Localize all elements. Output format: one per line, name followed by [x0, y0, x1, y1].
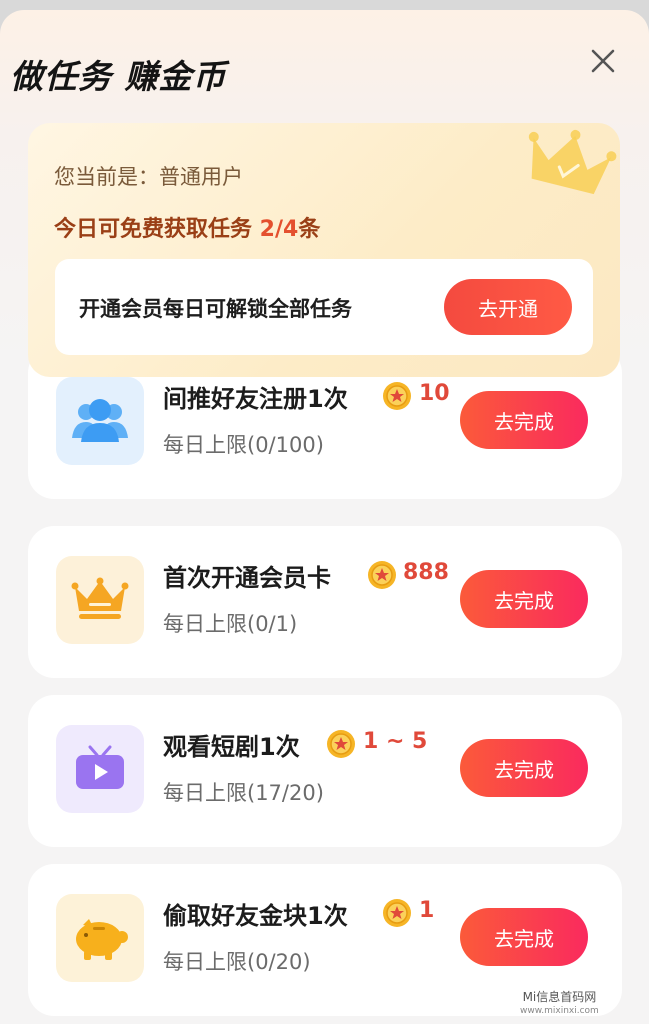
task-title: 偷取好友金块1次: [163, 902, 348, 930]
crown-icon: [56, 556, 144, 644]
promo-text: 开通会员每日可解锁全部任务: [79, 297, 352, 321]
close-icon[interactable]: [586, 44, 620, 78]
task-limit: 每日上限(0/100): [163, 433, 324, 457]
task-sheet: 做任务 赚金币 间推好友注册1次 10 每日上限(0/100) 去完成 首次开通…: [0, 10, 649, 1024]
user-status: 您当前是：普通用户: [54, 165, 243, 189]
task-reward: 1 ~ 5: [363, 729, 428, 754]
coin-icon: [368, 561, 396, 589]
crown-icon: [528, 129, 617, 195]
watermark-url: www.mixinxi.com: [520, 1006, 599, 1016]
complete-task-button[interactable]: 去完成: [460, 570, 588, 628]
coin-icon: [383, 899, 411, 927]
task-title: 首次开通会员卡: [163, 564, 331, 592]
watermark: Mi信息首码网 www.mixinxi.com: [520, 990, 599, 1018]
complete-task-button[interactable]: 去完成: [460, 908, 588, 966]
quota-value: 2/4: [259, 217, 299, 242]
piggy-bank-icon: [56, 894, 144, 982]
task-limit: 每日上限(0/1): [163, 612, 298, 636]
task-reward: 888: [403, 560, 449, 585]
page-title: 做任务 赚金币: [10, 57, 227, 96]
task-card-drama: 观看短剧1次 1 ~ 5 每日上限(17/20) 去完成: [28, 695, 622, 847]
coin-icon: [383, 382, 411, 410]
membership-promo: 开通会员每日可解锁全部任务 去开通: [55, 259, 593, 355]
daily-quota: 今日可免费获取任务 2/4条: [54, 217, 321, 242]
coin-icon: [327, 730, 355, 758]
task-title: 观看短剧1次: [163, 733, 300, 761]
open-membership-button[interactable]: 去开通: [444, 279, 572, 335]
membership-card: 您当前是：普通用户 今日可免费获取任务 2/4条 开通会员每日可解锁全部任务 去…: [28, 123, 620, 377]
task-reward: 10: [419, 381, 450, 406]
watermark-title: Mi信息首码网: [522, 990, 597, 1004]
tv-icon: [56, 725, 144, 813]
complete-task-button[interactable]: 去完成: [460, 391, 588, 449]
task-reward: 1: [419, 898, 435, 923]
task-limit: 每日上限(17/20): [163, 781, 324, 805]
complete-task-button[interactable]: 去完成: [460, 739, 588, 797]
task-card-membership: 首次开通会员卡 888 每日上限(0/1) 去完成: [28, 526, 622, 678]
task-limit: 每日上限(0/20): [163, 950, 311, 974]
users-icon: [56, 377, 144, 465]
task-title: 间推好友注册1次: [163, 385, 348, 413]
